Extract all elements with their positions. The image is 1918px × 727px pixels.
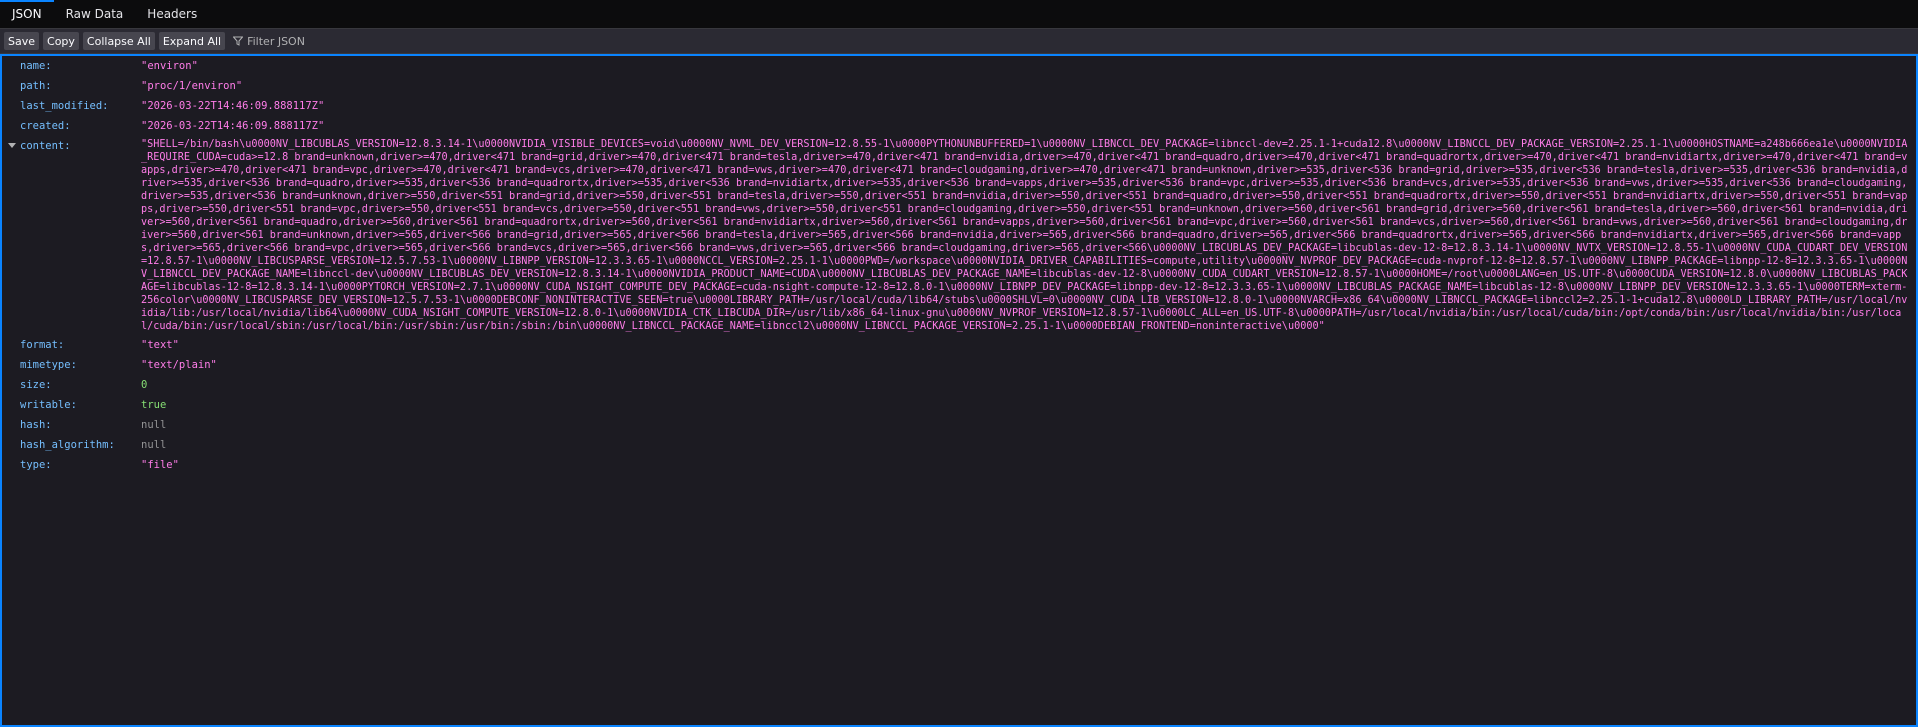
json-value: null xyxy=(141,439,167,451)
json-value: "file" xyxy=(141,459,179,471)
expand-twisty-icon[interactable] xyxy=(8,143,16,148)
json-key: path: xyxy=(20,80,52,92)
json-key: size: xyxy=(20,379,52,391)
json-row-name[interactable]: name: "environ" xyxy=(2,56,1916,76)
json-key: name: xyxy=(20,60,52,72)
json-value: "proc/1/environ" xyxy=(141,80,243,92)
json-key: mimetype: xyxy=(20,359,77,371)
json-value: true xyxy=(141,399,167,411)
save-button[interactable]: Save xyxy=(4,32,40,50)
json-row-hash[interactable]: hash: null xyxy=(2,415,1916,435)
tab-bar: JSON Raw Data Headers xyxy=(0,0,1918,29)
expand-all-button[interactable]: Expand All xyxy=(158,32,226,50)
json-row-mimetype[interactable]: mimetype: "text/plain" xyxy=(2,355,1916,375)
json-viewer-panel[interactable]: name: "environ" path: "proc/1/environ" l… xyxy=(0,54,1918,727)
json-row-content[interactable]: content: "SHELL=/bin/bash\u0000NV_LIBCUB… xyxy=(2,136,1916,335)
tab-headers[interactable]: Headers xyxy=(135,0,209,28)
json-row-type[interactable]: type: "file" xyxy=(2,455,1916,475)
json-value: 0 xyxy=(141,379,148,391)
json-row-size[interactable]: size: 0 xyxy=(2,375,1916,395)
json-key: last_modified: xyxy=(20,100,109,112)
json-key: format: xyxy=(20,339,65,351)
tab-json[interactable]: JSON xyxy=(0,0,54,28)
json-value: "text/plain" xyxy=(141,359,217,371)
json-key: content: xyxy=(20,140,71,152)
json-value: null xyxy=(141,419,167,431)
copy-button[interactable]: Copy xyxy=(43,32,79,50)
json-row-format[interactable]: format: "text" xyxy=(2,335,1916,355)
json-toolbar: Save Copy Collapse All Expand All Filter… xyxy=(0,29,1918,54)
json-key: hash_algorithm: xyxy=(20,439,115,451)
filter-json-input[interactable]: Filter JSON xyxy=(233,32,433,50)
json-key: writable: xyxy=(20,399,77,411)
json-value: "environ" xyxy=(141,60,198,72)
json-row-last-modified[interactable]: last_modified: "2026-03-22T14:46:09.8881… xyxy=(2,96,1916,116)
filter-icon xyxy=(233,36,244,46)
json-key: hash: xyxy=(20,419,52,431)
json-value: "2026-03-22T14:46:09.888117Z" xyxy=(141,100,325,112)
json-key: created: xyxy=(20,120,71,132)
json-row-writable[interactable]: writable: true xyxy=(2,395,1916,415)
json-row-created[interactable]: created: "2026-03-22T14:46:09.888117Z" xyxy=(2,116,1916,136)
json-value: "SHELL=/bin/bash\u0000NV_LIBCUBLAS_VERSI… xyxy=(141,139,1908,332)
json-row-hash-algorithm[interactable]: hash_algorithm: null xyxy=(2,435,1916,455)
json-value: "2026-03-22T14:46:09.888117Z" xyxy=(141,120,325,132)
collapse-all-button[interactable]: Collapse All xyxy=(82,32,155,50)
filter-placeholder: Filter JSON xyxy=(247,34,305,48)
json-tree: name: "environ" path: "proc/1/environ" l… xyxy=(2,56,1916,475)
json-row-path[interactable]: path: "proc/1/environ" xyxy=(2,76,1916,96)
json-value: "text" xyxy=(141,339,179,351)
tab-raw-data[interactable]: Raw Data xyxy=(54,0,136,28)
json-key: type: xyxy=(20,459,52,471)
